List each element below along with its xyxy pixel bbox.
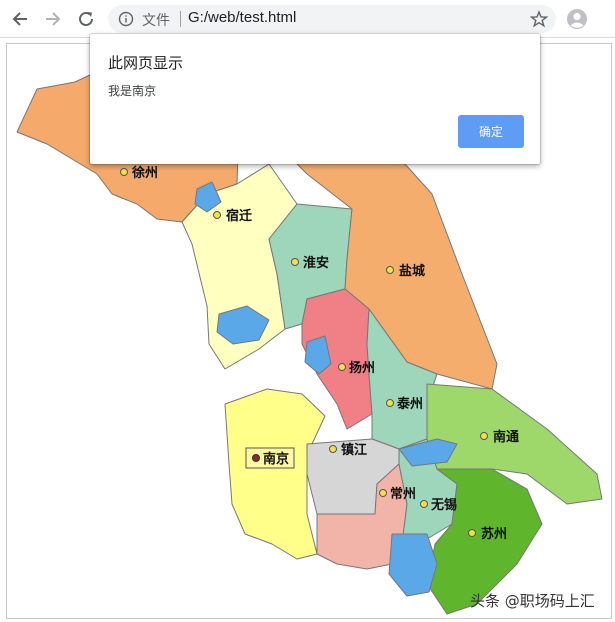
alert-dialog: 此网页显示 我是南京 确定 — [90, 34, 540, 164]
back-button[interactable] — [8, 7, 32, 31]
forward-arrow-icon — [46, 12, 61, 26]
city-marker — [338, 363, 346, 371]
city-marker — [291, 258, 299, 266]
city-marker — [386, 399, 394, 407]
city-label-xuzhou: 徐州 — [131, 165, 158, 181]
city-label-nantong: 南通 — [493, 429, 519, 445]
city-marker — [120, 168, 128, 176]
browser-toolbar: 文件 G:/web/test.html — [0, 0, 615, 38]
city-label-nanjing: 南京 — [263, 451, 289, 467]
city-marker — [468, 529, 476, 537]
city-marker — [386, 266, 394, 274]
city-marker — [379, 489, 387, 497]
dialog-message: 我是南京 — [108, 84, 157, 98]
forward-button[interactable] — [41, 7, 65, 31]
city-label-taizhou: 泰州 — [396, 396, 423, 412]
city-label-zhenjiang: 镇江 — [341, 442, 367, 458]
reload-button[interactable] — [74, 7, 98, 31]
profile-avatar-icon[interactable] — [566, 8, 588, 30]
city-label-yancheng: 盐城 — [399, 263, 425, 279]
reload-icon — [79, 12, 93, 26]
bookmark-star-icon[interactable] — [529, 10, 549, 32]
url-text[interactable]: G:/web/test.html — [188, 9, 296, 26]
address-bar[interactable]: 文件 G:/web/test.html — [108, 5, 556, 33]
city-label-huaian: 淮安 — [302, 255, 329, 271]
city-marker — [480, 432, 488, 440]
dialog-title: 此网页显示 — [108, 54, 184, 72]
city-label-yangzhou: 扬州 — [349, 360, 375, 376]
lake-taihu — [388, 533, 438, 597]
city-label-wuxi: 无锡 — [430, 497, 457, 513]
city-label-suzhou: 苏州 — [481, 526, 507, 542]
back-arrow-icon — [12, 12, 27, 26]
city-marker — [213, 211, 221, 219]
address-separator — [180, 11, 181, 27]
city-label-suqian: 宿迁 — [226, 208, 252, 224]
info-icon[interactable] — [118, 11, 134, 31]
city-marker — [420, 500, 428, 508]
ok-button[interactable]: 确定 — [458, 115, 524, 148]
file-scheme-label: 文件 — [142, 13, 170, 29]
watermark: 头条 @职场码上汇 — [470, 592, 595, 610]
city-marker — [329, 445, 337, 453]
city-label-changzhou: 常州 — [390, 486, 416, 502]
city-marker — [252, 454, 260, 462]
